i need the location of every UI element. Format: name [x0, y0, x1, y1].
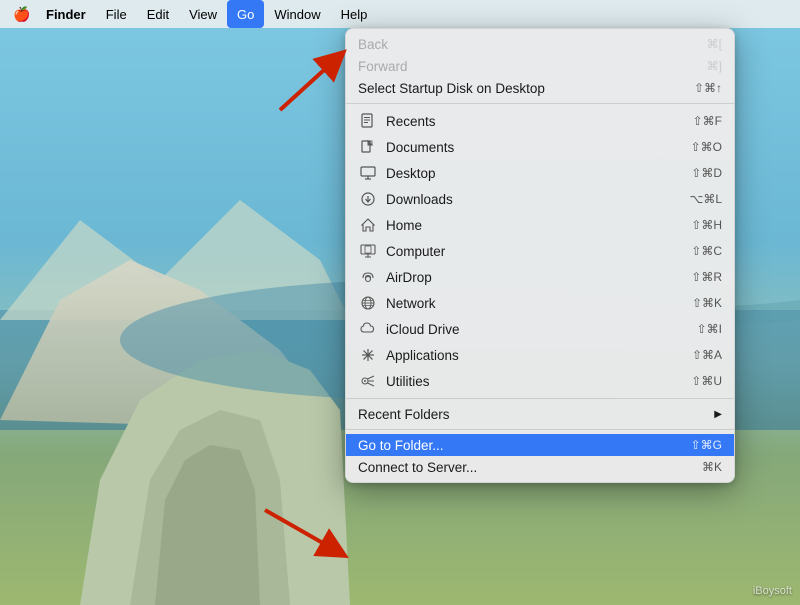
menu-separator-3 — [346, 429, 734, 430]
menu-shortcut-airdrop: ⇧⌘R — [691, 270, 722, 284]
menubar: 🍎 Finder File Edit View Go Window Help — [0, 0, 800, 28]
menu-label-goto-folder: Go to Folder... — [358, 438, 691, 453]
menu-label-back: Back — [358, 37, 707, 52]
menu-label-applications: Applications — [386, 348, 692, 363]
menu-shortcut-icloud: ⇧⌘I — [697, 322, 722, 336]
arrow-top-indicator — [270, 40, 350, 120]
menu-label-recents: Recents — [386, 114, 693, 129]
menu-shortcut-goto-folder: ⇧⌘G — [691, 438, 722, 452]
icloud-icon — [358, 319, 378, 339]
menu-label-network: Network — [386, 296, 692, 311]
menu-item-forward[interactable]: Forward ⌘] — [346, 55, 734, 77]
apple-menu-button[interactable]: 🍎 — [8, 0, 36, 28]
menu-separator-1 — [346, 103, 734, 104]
menu-shortcut-startup-disk: ⇧⌘↑ — [694, 81, 722, 95]
menu-label-utilities: Utilities — [386, 374, 691, 389]
menu-label-airdrop: AirDrop — [386, 270, 691, 285]
documents-icon — [358, 137, 378, 157]
menu-label-recent-folders: Recent Folders — [358, 407, 706, 422]
menu-item-connect-server[interactable]: Connect to Server... ⌘K — [346, 456, 734, 478]
menu-item-network[interactable]: Network ⇧⌘K — [346, 290, 734, 316]
submenu-arrow-icon: ▶ — [714, 409, 722, 420]
watermark-label: iBoysoft — [753, 585, 792, 597]
menu-item-goto-folder[interactable]: Go to Folder... ⇧⌘G — [346, 434, 734, 456]
computer-icon — [358, 241, 378, 261]
menubar-go[interactable]: Go — [227, 0, 264, 28]
menu-shortcut-downloads: ⌥⌘L — [689, 192, 722, 206]
menubar-finder[interactable]: Finder — [36, 0, 96, 28]
menu-shortcut-forward: ⌘] — [707, 59, 722, 73]
arrow-bottom-indicator — [255, 490, 355, 570]
applications-icon — [358, 345, 378, 365]
desktop-icon — [358, 163, 378, 183]
utilities-icon — [358, 371, 378, 391]
menu-item-back[interactable]: Back ⌘[ — [346, 33, 734, 55]
menu-label-startup-disk: Select Startup Disk on Desktop — [358, 81, 694, 96]
menu-shortcut-documents: ⇧⌘O — [691, 140, 722, 154]
menu-label-home: Home — [386, 218, 691, 233]
home-icon — [358, 215, 378, 235]
menu-label-icloud: iCloud Drive — [386, 322, 697, 337]
menu-item-computer[interactable]: Computer ⇧⌘C — [346, 238, 734, 264]
menu-item-home[interactable]: Home ⇧⌘H — [346, 212, 734, 238]
menu-item-applications[interactable]: Applications ⇧⌘A — [346, 342, 734, 368]
menu-item-startup-disk[interactable]: Select Startup Disk on Desktop ⇧⌘↑ — [346, 77, 734, 99]
menu-item-recent-folders[interactable]: Recent Folders ▶ — [346, 403, 734, 425]
menu-shortcut-desktop: ⇧⌘D — [691, 166, 722, 180]
menu-item-downloads[interactable]: Downloads ⌥⌘L — [346, 186, 734, 212]
menu-shortcut-recents: ⇧⌘F — [693, 114, 722, 128]
menu-shortcut-network: ⇧⌘K — [692, 296, 722, 310]
menubar-edit[interactable]: Edit — [137, 0, 179, 28]
network-icon — [358, 293, 378, 313]
menubar-view[interactable]: View — [179, 0, 227, 28]
menu-label-downloads: Downloads — [386, 192, 689, 207]
menu-item-icloud[interactable]: iCloud Drive ⇧⌘I — [346, 316, 734, 342]
menu-label-forward: Forward — [358, 59, 707, 74]
menu-label-desktop: Desktop — [386, 166, 691, 181]
menubar-file[interactable]: File — [96, 0, 137, 28]
menu-shortcut-utilities: ⇧⌘U — [691, 374, 722, 388]
menubar-help[interactable]: Help — [331, 0, 378, 28]
menu-item-utilities[interactable]: Utilities ⇧⌘U — [346, 368, 734, 394]
menu-item-airdrop[interactable]: AirDrop ⇧⌘R — [346, 264, 734, 290]
menu-label-computer: Computer — [386, 244, 691, 259]
go-dropdown-menu: Back ⌘[ Forward ⌘] Select Startup Disk o… — [345, 28, 735, 483]
desktop: 🍎 Finder File Edit View Go Window Help B… — [0, 0, 800, 605]
recents-icon — [358, 111, 378, 131]
menu-item-desktop[interactable]: Desktop ⇧⌘D — [346, 160, 734, 186]
downloads-icon — [358, 189, 378, 209]
menu-item-recents[interactable]: Recents ⇧⌘F — [346, 108, 734, 134]
menu-separator-2 — [346, 398, 734, 399]
menu-shortcut-connect-server: ⌘K — [702, 460, 722, 474]
menu-shortcut-computer: ⇧⌘C — [691, 244, 722, 258]
menubar-window[interactable]: Window — [264, 0, 330, 28]
menu-shortcut-home: ⇧⌘H — [691, 218, 722, 232]
menu-label-documents: Documents — [386, 140, 691, 155]
airdrop-icon — [358, 267, 378, 287]
menu-shortcut-back: ⌘[ — [707, 37, 722, 51]
menu-label-connect-server: Connect to Server... — [358, 460, 702, 475]
menu-item-documents[interactable]: Documents ⇧⌘O — [346, 134, 734, 160]
menu-shortcut-applications: ⇧⌘A — [692, 348, 722, 362]
